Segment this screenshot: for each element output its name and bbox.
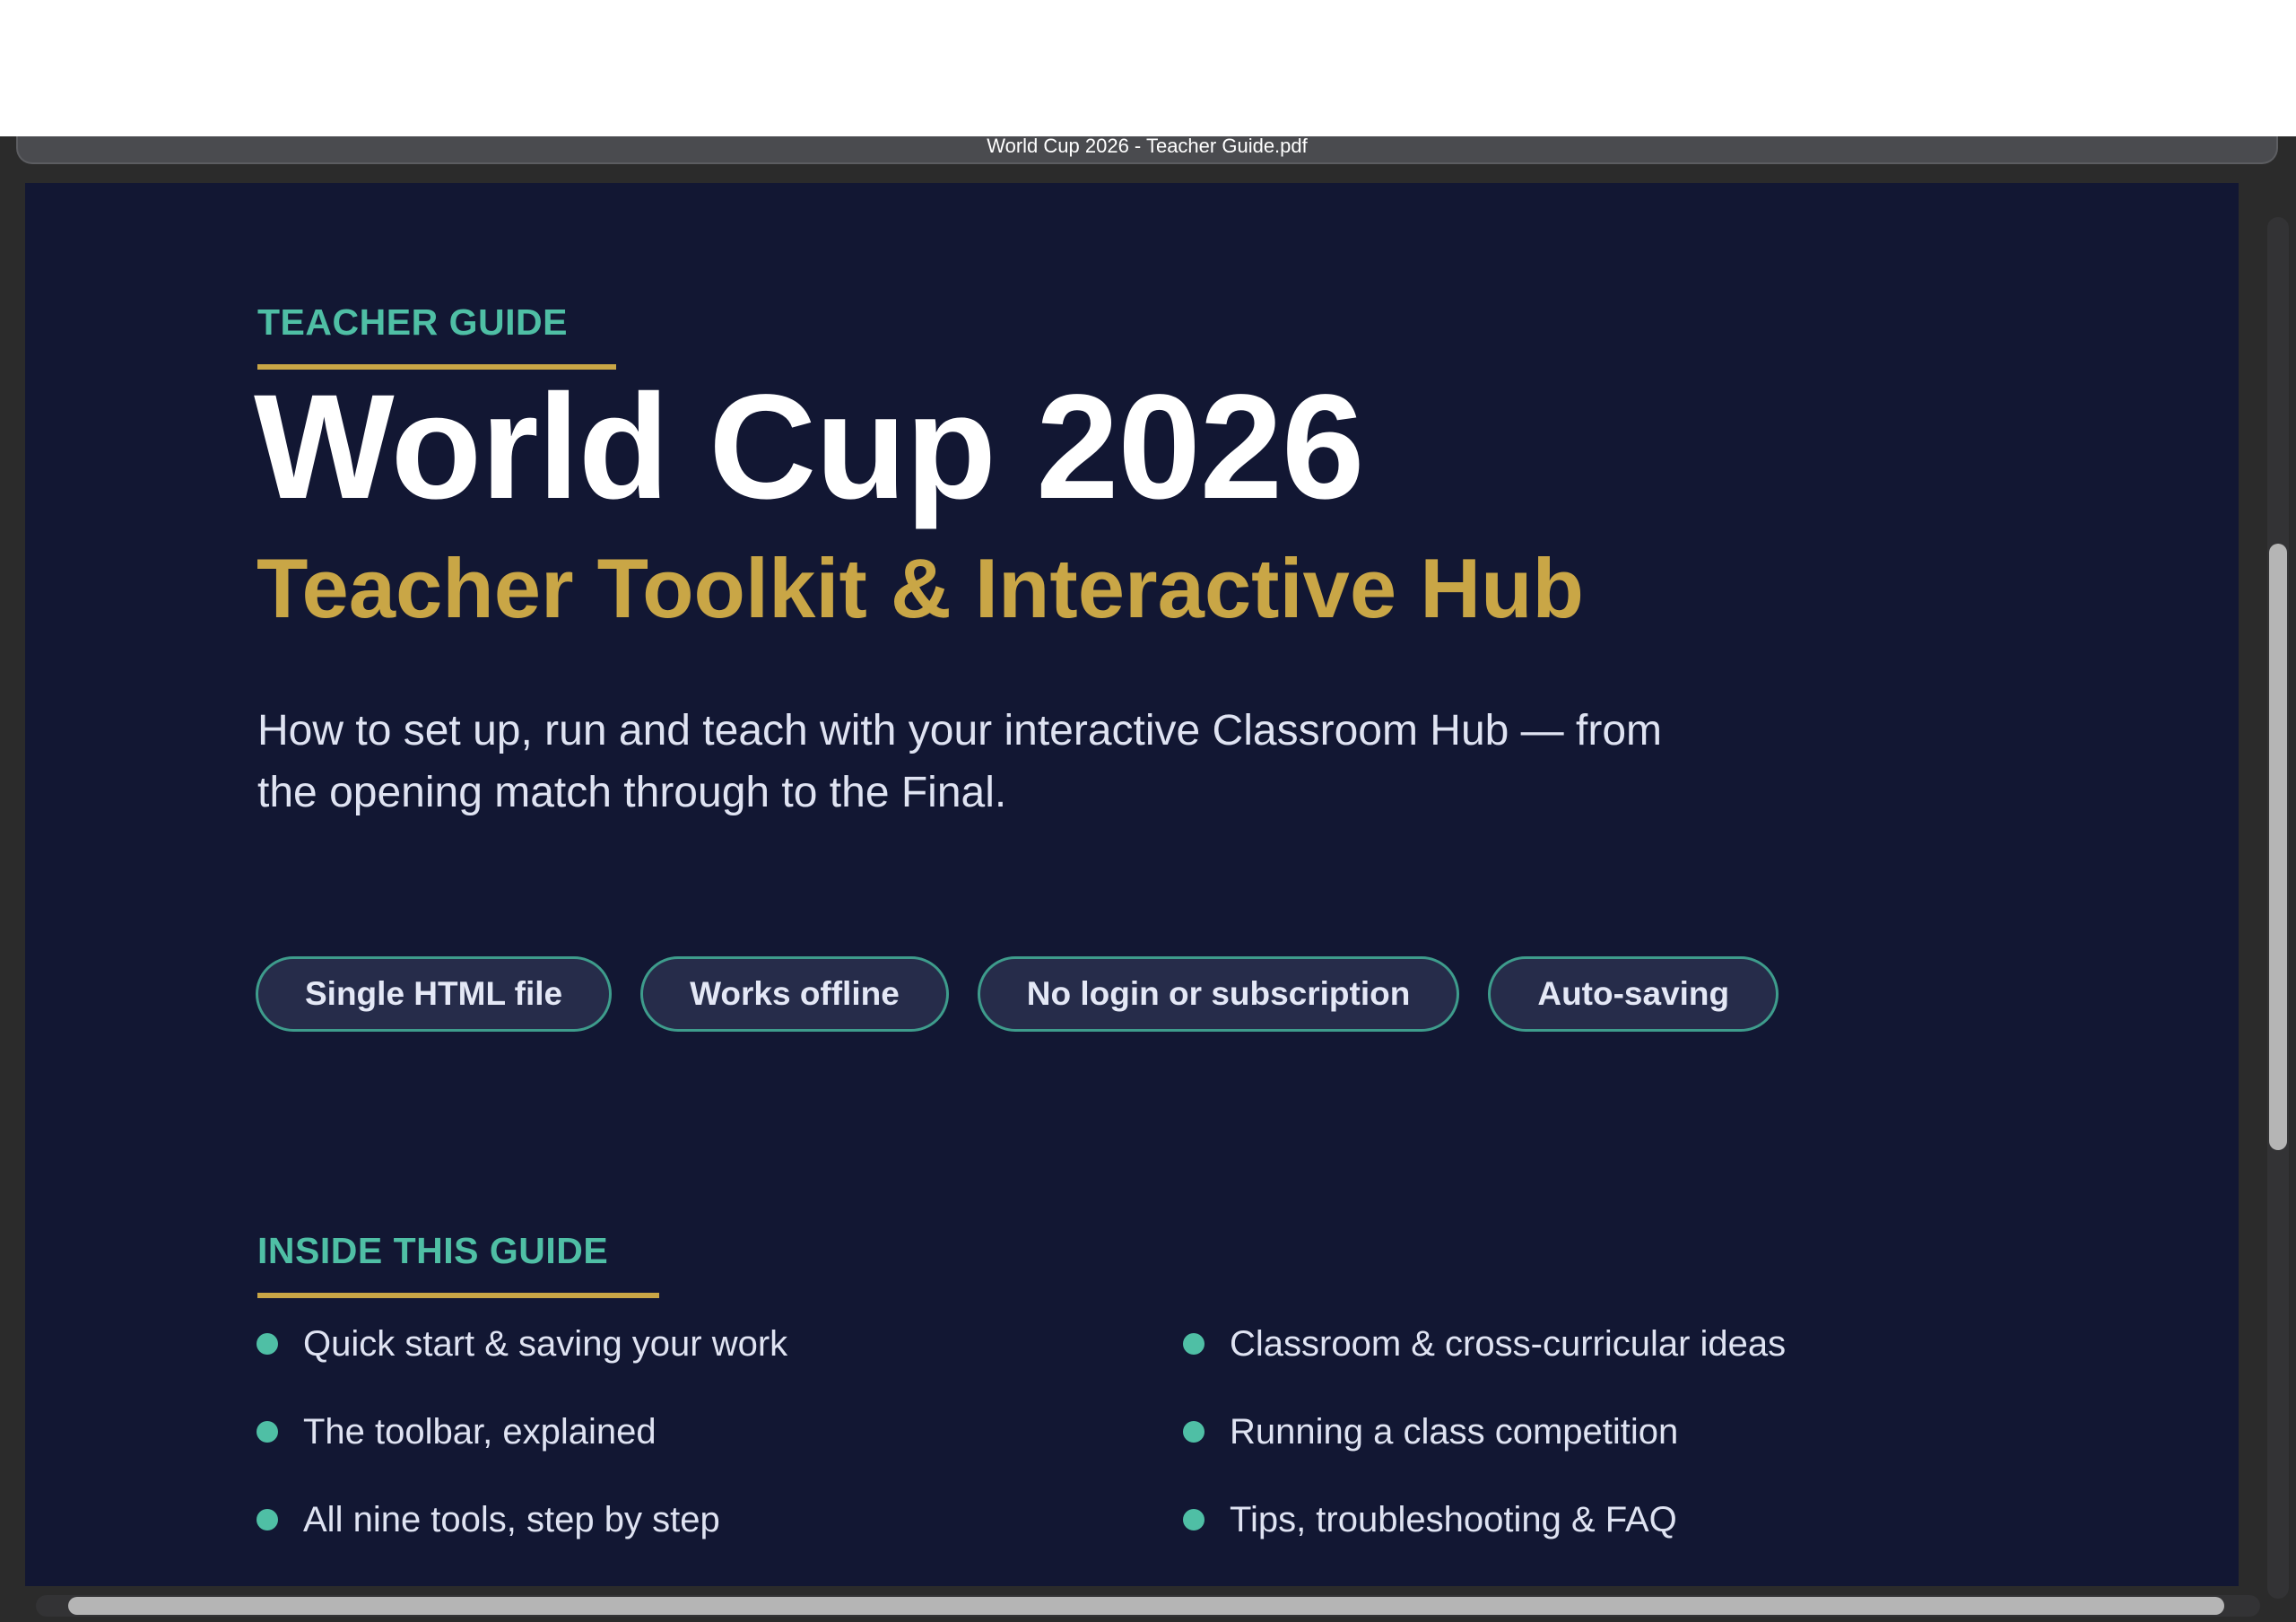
pdf-viewer: World Cup 2026 - Teacher Guide.pdf TEACH… — [0, 136, 2296, 1622]
toc-item-label: Running a class competition — [1230, 1411, 1679, 1452]
window-titlebar[interactable]: World Cup 2026 - Teacher Guide.pdf — [16, 136, 2278, 164]
chip-no-login: No login or subscription — [977, 956, 1460, 1032]
eyebrow-label: TEACHER GUIDE — [257, 301, 568, 343]
pdf-page: TEACHER GUIDE World Cup 2026 Teacher Too… — [25, 183, 2239, 1586]
bullet-dot — [1183, 1509, 1205, 1530]
toc-item: All nine tools, step by step — [257, 1476, 1183, 1564]
toc-list: Quick start & saving your work Classroom… — [257, 1300, 2140, 1564]
vertical-scrollbar-thumb[interactable] — [2269, 544, 2287, 1150]
horizontal-scrollbar-thumb[interactable] — [68, 1597, 2224, 1615]
window-title: World Cup 2026 - Teacher Guide.pdf — [987, 135, 1308, 157]
toc-item: Classroom & cross-curricular ideas — [1183, 1300, 2080, 1388]
toc-heading: INSIDE THIS GUIDE — [257, 1230, 609, 1271]
toc-item-label: The toolbar, explained — [303, 1411, 657, 1452]
toc-item: Running a class competition — [1183, 1388, 2080, 1476]
bullet-dot — [257, 1509, 278, 1530]
toc-item: Tips, troubleshooting & FAQ — [1183, 1476, 2080, 1564]
chip-single-html: Single HTML file — [256, 956, 613, 1032]
bullet-dot — [1183, 1421, 1205, 1443]
bullet-dot — [257, 1333, 278, 1355]
chip-works-offline: Works offline — [640, 956, 949, 1032]
toc-item-label: Quick start & saving your work — [303, 1323, 788, 1364]
toc-item-label: Tips, troubleshooting & FAQ — [1230, 1499, 1677, 1539]
top-blank-area — [0, 0, 2296, 136]
page-subtitle: Teacher Toolkit & Interactive Hub — [257, 541, 1584, 635]
chip-auto-saving: Auto-saving — [1488, 956, 1779, 1032]
lead-paragraph: How to set up, run and teach with your i… — [257, 707, 1662, 816]
page-title: World Cup 2026 — [254, 364, 1364, 530]
toc-rule — [257, 1293, 659, 1298]
toc-item-label: Classroom & cross-curricular ideas — [1230, 1323, 1787, 1364]
toc-item: Quick start & saving your work — [257, 1300, 1183, 1388]
toc-item: The toolbar, explained — [257, 1388, 1183, 1476]
bullet-dot — [1183, 1333, 1205, 1355]
toc-item-label: All nine tools, step by step — [303, 1499, 720, 1539]
feature-chips: Single HTML file Works offline No login … — [256, 956, 1779, 1032]
bullet-dot — [257, 1421, 278, 1443]
